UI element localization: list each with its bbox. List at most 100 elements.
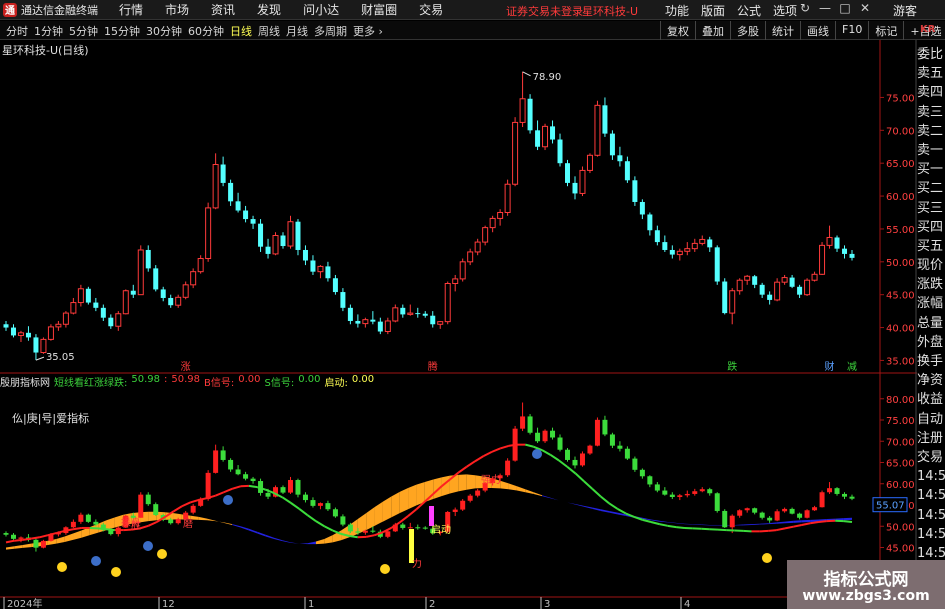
tool-multi-stock-button[interactable]: 多股: [730, 21, 765, 40]
tool-adjust-button[interactable]: 复权: [660, 21, 695, 40]
ind-candle-body: [325, 503, 331, 510]
tab-daily[interactable]: 日线: [230, 23, 252, 39]
band-segment: [207, 518, 216, 522]
menu-item-wealth[interactable]: 财富圈: [361, 1, 397, 18]
tool-f10-button[interactable]: F10: [835, 21, 868, 40]
tool-draw-button[interactable]: 画线: [800, 21, 835, 40]
signal-annotation: 胜: [131, 520, 141, 532]
ind-candle-body: [362, 530, 368, 533]
current-stock-name: 星环科技-U: [582, 5, 639, 18]
ind-candle-body: [744, 508, 750, 511]
tab-intraday[interactable]: 分时: [6, 23, 28, 39]
ind-candle-body: [632, 458, 638, 470]
sidebar-label[interactable]: 买一: [917, 160, 945, 179]
signal-annotation: 强力: [481, 473, 501, 486]
candle-body-down: [647, 214, 653, 231]
tab-monthly[interactable]: 月线: [286, 23, 308, 39]
ind-line-segment: [525, 443, 534, 448]
candle-body-down: [10, 327, 16, 336]
tab-5min[interactable]: 5分钟: [69, 23, 98, 39]
tab-more[interactable]: 更多 ›: [353, 23, 383, 39]
sidebar-label[interactable]: 收益: [917, 390, 945, 409]
user-label[interactable]: 游客: [893, 2, 917, 19]
sidebar-label[interactable]: 换手: [917, 352, 945, 371]
sidebar-label[interactable]: 注册: [917, 429, 945, 448]
sidebar-label[interactable]: 外盘: [917, 333, 945, 352]
sidebar-label[interactable]: 涨幅: [917, 294, 945, 313]
band-segment: [89, 523, 99, 536]
indicator-name[interactable]: 殷朋指标网: [0, 374, 50, 389]
tab-1min[interactable]: 1分钟: [34, 23, 63, 39]
menu-item-options[interactable]: 选项: [773, 2, 797, 19]
menu-item-layout[interactable]: 版面: [701, 2, 725, 19]
sidebar-label[interactable]: 卖五: [917, 64, 945, 83]
menu-item-trade[interactable]: 交易: [419, 1, 443, 18]
band-segment: [759, 523, 769, 525]
ind-candle-body: [205, 472, 211, 500]
tab-60min[interactable]: 60分钟: [188, 23, 224, 39]
maximize-icon[interactable]: □: [835, 1, 855, 15]
ind-candle-body: [579, 453, 585, 466]
tool-mark-button[interactable]: 标记: [868, 21, 903, 40]
event-marker: 财: [825, 360, 835, 373]
menu-item-function[interactable]: 功能: [665, 2, 689, 19]
sidebar-label[interactable]: 卖一: [917, 141, 945, 160]
menu-item-quotes[interactable]: 行情: [119, 1, 143, 18]
tab-multi-period[interactable]: 多周期: [314, 23, 347, 39]
ind-candle-body: [70, 521, 76, 528]
sidebar-label[interactable]: 卖四: [917, 83, 945, 102]
sidebar-label[interactable]: 买五: [917, 237, 945, 256]
ind-candle-body: [520, 416, 526, 429]
band-segment: [609, 510, 618, 515]
tool-overlay-button[interactable]: 叠加: [695, 21, 730, 40]
sidebar-label[interactable]: 委比: [917, 45, 945, 64]
ind-candle-body: [639, 469, 645, 477]
menu-item-news[interactable]: 资讯: [211, 1, 235, 18]
sidebar-label[interactable]: 净资: [917, 371, 945, 390]
signal-annotation: 力: [412, 557, 422, 570]
sidebar-label[interactable]: 总量: [917, 314, 945, 333]
sidebar-label[interactable]: 14:56: [917, 525, 945, 544]
ind-candle-body: [310, 500, 316, 506]
sidebar-label[interactable]: 买二: [917, 179, 945, 198]
y-tick-label: 65.00: [886, 159, 915, 170]
kline-chart[interactable]: 78.9035.05涨腾跌财减 仫|庚|号|爱指标操舟 磨力启动强力胜 35.00…: [0, 40, 945, 609]
candle-body-down: [550, 126, 556, 140]
ind-line-segment: [306, 514, 317, 522]
sidebar-label[interactable]: 14:56: [917, 467, 945, 486]
sidebar-label[interactable]: 买三: [917, 199, 945, 218]
sad-face-icon: [91, 556, 101, 566]
indicator-item-label: :: [164, 374, 168, 385]
candle-body-down: [355, 320, 361, 324]
low-label: 35.05: [46, 352, 75, 363]
minimize-icon[interactable]: —: [815, 1, 835, 15]
ind-candle-body: [347, 524, 353, 532]
tab-weekly[interactable]: 周线: [258, 23, 280, 39]
sidebar-label[interactable]: 卖二: [917, 122, 945, 141]
sidebar-label[interactable]: 涨跌: [917, 275, 945, 294]
ind-candle-body: [85, 514, 91, 522]
sidebar-label[interactable]: 14:56: [917, 486, 945, 505]
refresh-icon[interactable]: ↻: [795, 1, 815, 15]
candle-body-up: [55, 323, 62, 328]
sidebar-label[interactable]: 买四: [917, 218, 945, 237]
candle-body-up: [699, 238, 706, 244]
sidebar-label[interactable]: 交易: [917, 448, 945, 467]
close-icon[interactable]: ✕: [855, 1, 875, 15]
tab-30min[interactable]: 30分钟: [146, 23, 182, 39]
tab-15min[interactable]: 15分钟: [104, 23, 140, 39]
sidebar-label[interactable]: 自动: [917, 410, 945, 429]
ind-candle-body: [774, 511, 780, 521]
menu-item-formula[interactable]: 公式: [737, 2, 761, 19]
menu-item-ask[interactable]: 问小达: [303, 1, 339, 18]
trade-login-warning[interactable]: 证券交易未登录: [506, 3, 583, 19]
sidebar-label[interactable]: 卖三: [917, 103, 945, 122]
tool-stats-button[interactable]: 统计: [765, 21, 800, 40]
sidebar-label[interactable]: 14:56: [917, 506, 945, 525]
ind-candle-body: [572, 459, 578, 466]
ind-candle-body: [175, 519, 181, 524]
ind-candle-body: [78, 514, 84, 522]
sidebar-label[interactable]: 现价: [917, 256, 945, 275]
menu-item-market[interactable]: 市场: [165, 1, 189, 18]
menu-item-discover[interactable]: 发现: [257, 1, 281, 18]
